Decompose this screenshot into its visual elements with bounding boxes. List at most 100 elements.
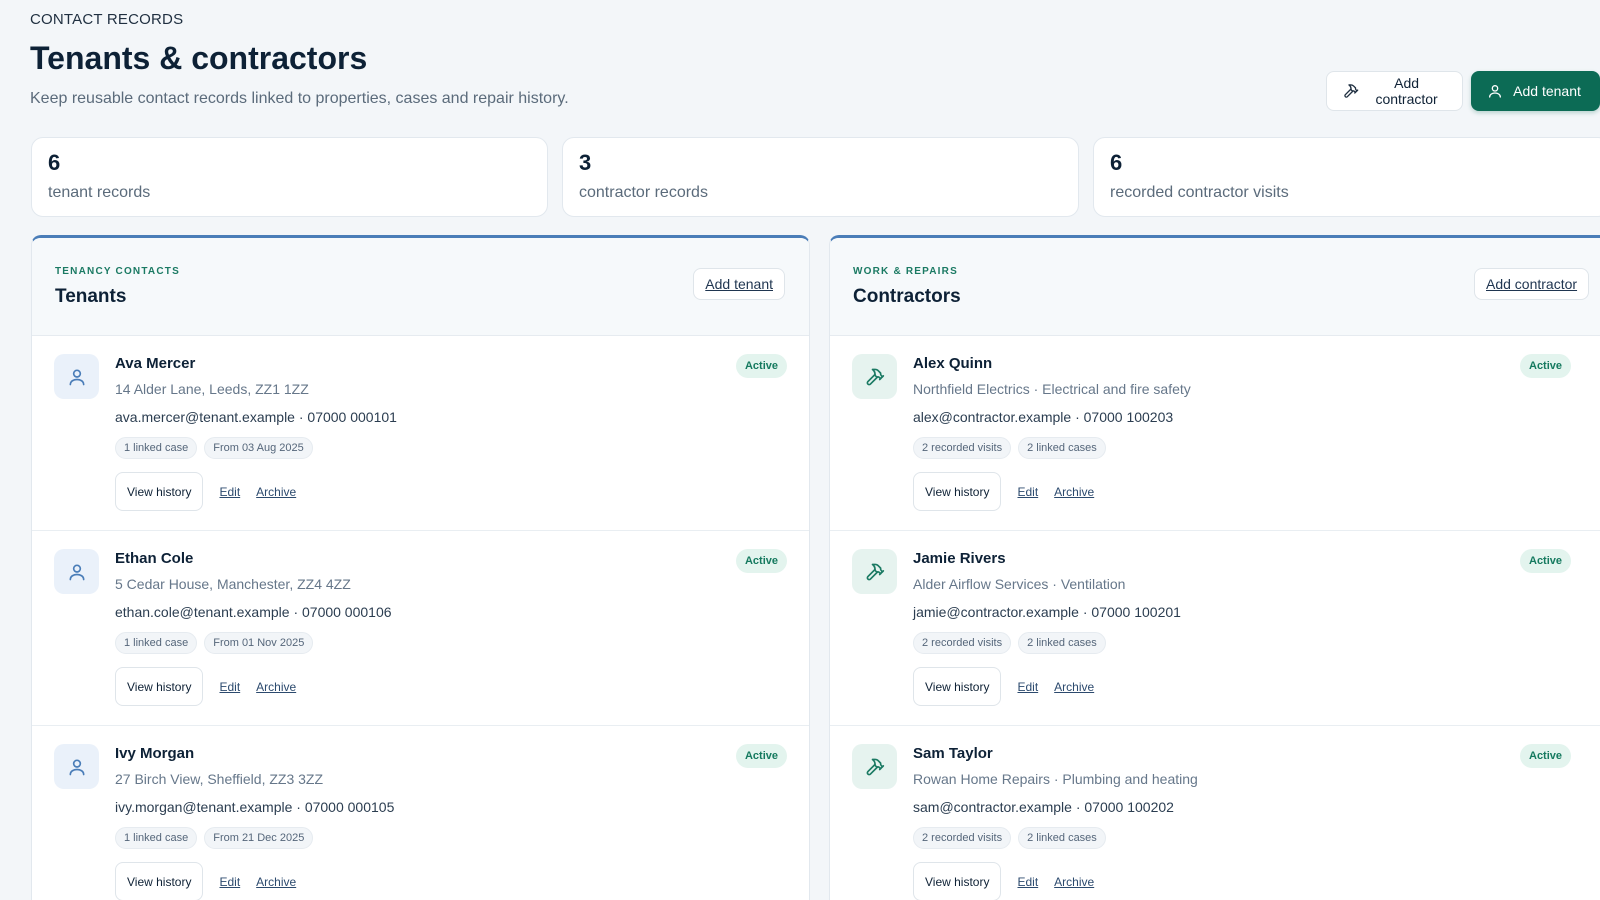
add-contractor-button[interactable]: Add contractor [1326,71,1464,111]
tenant-record: Ava Mercer 14 Alder Lane, Leeds, ZZ1 1ZZ… [32,336,809,531]
stat-label: tenant records [48,184,151,201]
edit-link[interactable]: Edit [1017,680,1038,694]
record-contact: ava.mercer@tenant.example · 07000 000101 [115,409,397,425]
status-badge: Active [1520,744,1572,768]
stats-row: 6 tenant records 3 contractor records 6 … [31,137,1600,217]
linked-case-chip: 1 linked case [115,437,198,459]
status-badge: Active [1520,549,1572,573]
avatar [852,549,897,594]
view-history-button[interactable]: View history [913,472,1002,511]
user-icon [67,367,87,387]
archive-link[interactable]: Archive [1054,875,1094,889]
avatar [54,744,99,789]
start-date-chip: From 03 Aug 2025 [204,437,313,459]
panel-kicker: TENANCY CONTACTS [55,266,180,277]
avatar [852,744,897,789]
user-icon [67,562,87,582]
contractor-record: Sam Taylor Rowan Home Repairs · Plumbing… [830,726,1600,900]
record-contact: sam@contractor.example · 07000 100202 [913,799,1174,815]
edit-link[interactable]: Edit [219,680,240,694]
tenant-record: Ethan Cole 5 Cedar House, Manchester, ZZ… [32,531,809,726]
status-badge: Active [735,744,787,768]
view-history-button[interactable]: View history [115,667,204,706]
record-address: 27 Birch View, Sheffield, ZZ3 3ZZ [115,771,324,787]
user-icon [67,757,87,777]
view-history-button[interactable]: View history [115,472,204,511]
hammer-icon [865,757,885,777]
record-company: Alder Airflow Services · Ventilation [913,576,1126,592]
panel-title: Tenants [55,286,127,307]
record-company: Rowan Home Repairs · Plumbing and heatin… [913,771,1198,787]
panel-header: WORK & REPAIRS Contractors Add contracto… [830,238,1600,336]
record-contact: ethan.cole@tenant.example · 07000 000106 [115,604,392,620]
contractor-record: Alex Quinn Northfield Electrics · Electr… [830,336,1600,531]
archive-link[interactable]: Archive [1054,485,1094,499]
record-contact: alex@contractor.example · 07000 100203 [913,409,1174,425]
record-name: Sam Taylor [913,745,993,762]
page-subtitle: Keep reusable contact records linked to … [30,90,569,107]
page-eyebrow: CONTACT RECORDS [30,11,184,28]
linked-case-chip: 1 linked case [115,827,198,849]
status-badge: Active [735,354,787,378]
stat-card-contractors: 3 contractor records [562,137,1079,217]
record-company: Northfield Electrics · Electrical and fi… [913,381,1191,397]
record-name: Ivy Morgan [115,745,195,762]
recorded-visits-chip: 2 recorded visits [913,827,1012,849]
record-address: 14 Alder Lane, Leeds, ZZ1 1ZZ [115,381,309,397]
edit-link[interactable]: Edit [1017,485,1038,499]
start-date-chip: From 01 Nov 2025 [204,632,314,654]
linked-case-chip: 1 linked case [115,632,198,654]
user-icon [1487,83,1503,99]
view-history-button[interactable]: View history [913,862,1002,900]
start-date-chip: From 21 Dec 2025 [204,827,314,849]
view-history-button[interactable]: View history [115,862,204,900]
stat-value: 6 [1110,150,1123,175]
record-contact: ivy.morgan@tenant.example · 07000 000105 [115,799,395,815]
linked-cases-chip: 2 linked cases [1018,827,1106,849]
stat-value: 6 [48,150,61,175]
archive-link[interactable]: Archive [1054,680,1094,694]
record-address: 5 Cedar House, Manchester, ZZ4 4ZZ [115,576,351,592]
status-badge: Active [1520,354,1572,378]
hammer-icon [1343,83,1359,99]
hammer-icon [865,562,885,582]
stat-label: recorded contractor visits [1110,184,1289,201]
avatar [852,354,897,399]
avatar [54,354,99,399]
edit-link[interactable]: Edit [219,485,240,499]
archive-link[interactable]: Archive [256,485,296,499]
add-contractor-link-button[interactable]: Add contractor [1474,268,1590,300]
archive-link[interactable]: Archive [256,680,296,694]
edit-link[interactable]: Edit [219,875,240,889]
tenants-panel: TENANCY CONTACTS Tenants Add tenant Ava … [31,235,810,900]
header-actions: Add contractor Add tenant [1326,71,1600,111]
add-tenant-label: Add tenant [1513,83,1581,99]
linked-cases-chip: 2 linked cases [1018,437,1106,459]
recorded-visits-chip: 2 recorded visits [913,632,1012,654]
record-name: Ethan Cole [115,550,194,567]
recorded-visits-chip: 2 recorded visits [913,437,1012,459]
view-history-button[interactable]: View history [913,667,1002,706]
add-tenant-link-button[interactable]: Add tenant [693,268,785,300]
add-tenant-button[interactable]: Add tenant [1471,71,1600,111]
hammer-icon [865,367,885,387]
stat-card-visits: 6 recorded contractor visits [1093,137,1600,217]
tenant-record: Ivy Morgan 27 Birch View, Sheffield, ZZ3… [32,726,809,900]
status-badge: Active [735,549,787,573]
contractor-record: Jamie Rivers Alder Airflow Services · Ve… [830,531,1600,726]
contractors-panel: WORK & REPAIRS Contractors Add contracto… [829,235,1600,900]
stat-label: contractor records [579,184,708,201]
add-contractor-label: Add contractor [1375,75,1438,107]
record-contact: jamie@contractor.example · 07000 100201 [913,604,1181,620]
panel-header: TENANCY CONTACTS Tenants Add tenant [32,238,809,336]
record-name: Jamie Rivers [913,550,1006,567]
record-name: Alex Quinn [913,355,993,372]
archive-link[interactable]: Archive [256,875,296,889]
stat-card-tenants: 6 tenant records [31,137,548,217]
record-name: Ava Mercer [115,355,196,372]
linked-cases-chip: 2 linked cases [1018,632,1106,654]
avatar [54,549,99,594]
page-title: Tenants & contractors [30,40,368,76]
edit-link[interactable]: Edit [1017,875,1038,889]
stat-value: 3 [579,150,592,175]
